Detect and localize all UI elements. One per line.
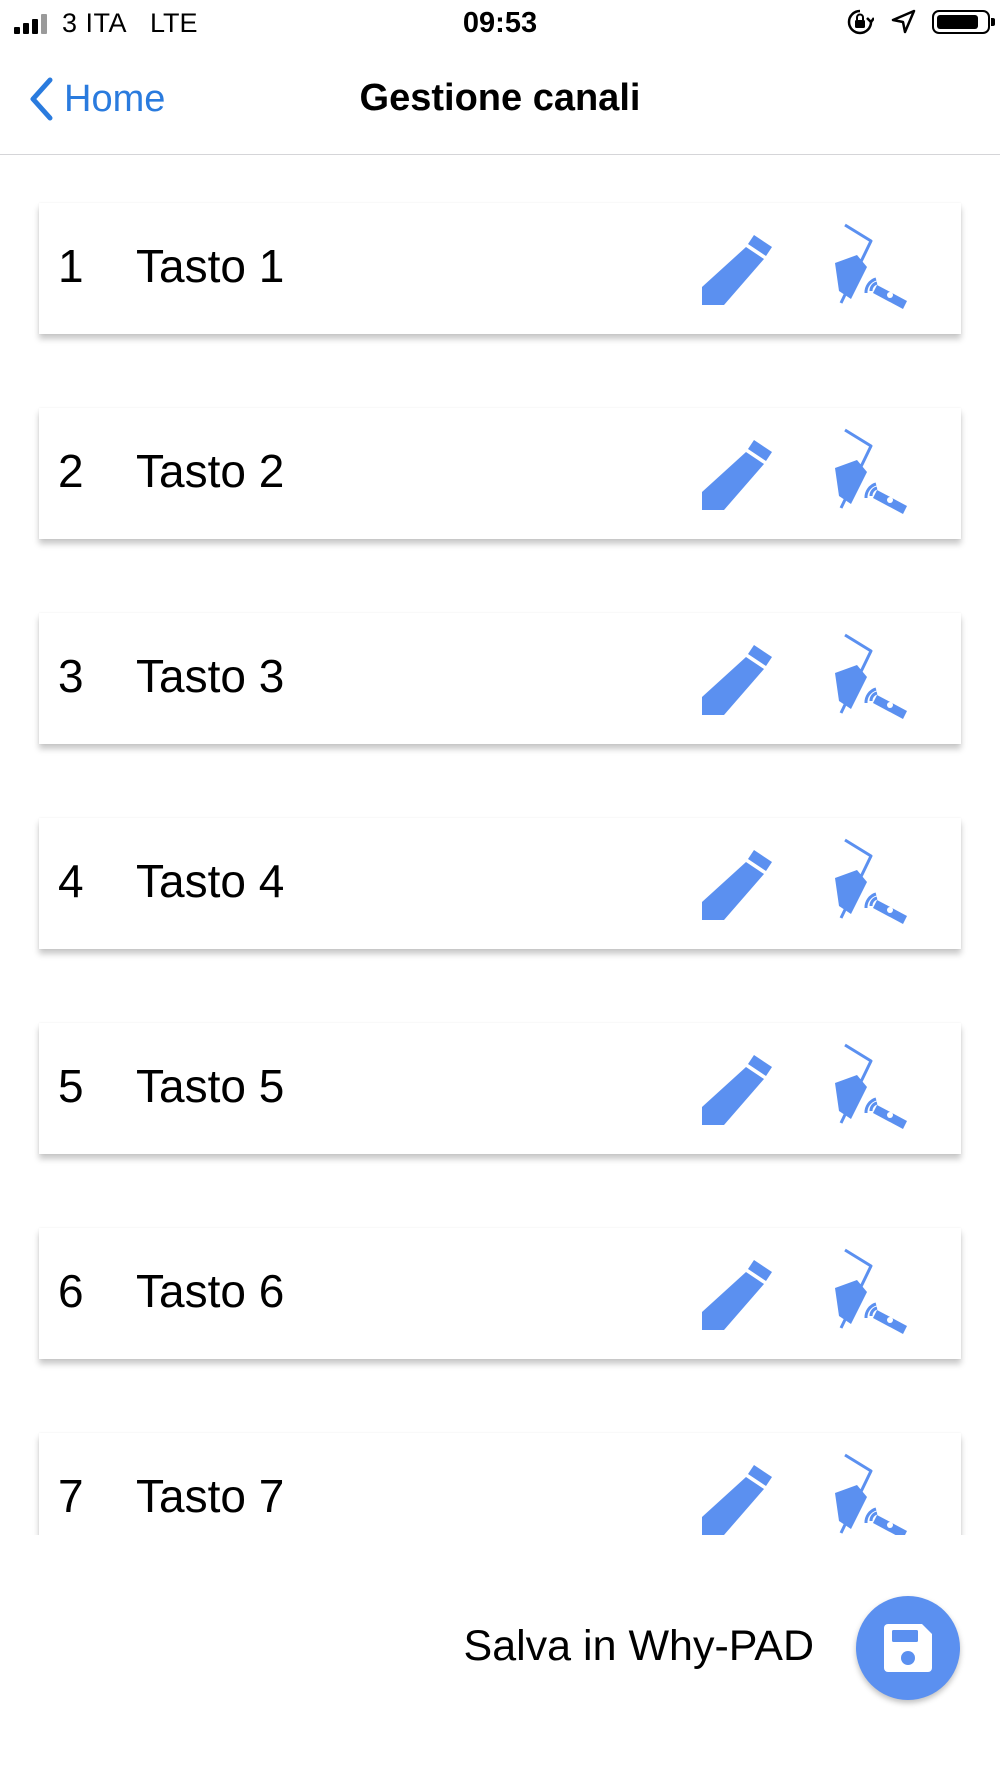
channel-label: Tasto 3	[136, 650, 285, 702]
channel-label: Tasto 7	[136, 1470, 285, 1522]
rotation-lock-icon	[847, 9, 874, 35]
pencil-icon[interactable]	[700, 844, 780, 924]
pencil-icon[interactable]	[700, 1254, 780, 1334]
pencil-icon[interactable]	[700, 1049, 780, 1129]
channel-number: 2	[58, 445, 84, 497]
status-icons	[846, 8, 995, 36]
channel-row[interactable]: 2 Tasto 2	[39, 408, 961, 539]
channel-row[interactable]: 3 Tasto 3	[39, 613, 961, 744]
channel-list[interactable]: 1 Tasto 1 2 Tasto 2 3 Tasto 3 4 Tasto 4 …	[0, 155, 1000, 1535]
remote-learn-icon[interactable]	[833, 1248, 913, 1334]
remote-learn-icon[interactable]	[833, 1043, 913, 1129]
channel-label: Tasto 2	[136, 445, 285, 497]
pencil-icon[interactable]	[700, 434, 780, 514]
location-arrow-icon	[891, 9, 916, 34]
channel-row[interactable]: 1 Tasto 1	[39, 203, 961, 334]
channel-label: Tasto 6	[136, 1265, 285, 1317]
page-title: Gestione canali	[359, 77, 641, 119]
channel-number: 5	[58, 1060, 84, 1112]
save-button[interactable]	[856, 1596, 960, 1700]
channel-number: 7	[58, 1470, 84, 1522]
pencil-icon[interactable]	[700, 229, 780, 309]
channel-label: Tasto 4	[136, 855, 285, 907]
channel-number: 1	[58, 240, 84, 292]
channel-label: Tasto 5	[136, 1060, 285, 1112]
save-label: Salva in Why-PAD	[463, 1622, 814, 1670]
channel-label: Tasto 1	[136, 240, 285, 292]
pencil-icon[interactable]	[700, 639, 780, 719]
channel-row[interactable]: 5 Tasto 5	[39, 1023, 961, 1154]
channel-row[interactable]: 4 Tasto 4	[39, 818, 961, 949]
pencil-icon[interactable]	[700, 1459, 780, 1535]
remote-learn-icon[interactable]	[833, 633, 913, 719]
channel-number: 3	[58, 650, 84, 702]
channel-number: 6	[58, 1265, 84, 1317]
remote-learn-icon[interactable]	[833, 1453, 913, 1535]
channel-row[interactable]: 6 Tasto 6	[39, 1228, 961, 1359]
remote-learn-icon[interactable]	[833, 223, 913, 309]
channel-row[interactable]: 7 Tasto 7	[39, 1433, 961, 1535]
remote-learn-icon[interactable]	[833, 838, 913, 924]
navigation-bar: Home Gestione canali	[0, 52, 1000, 155]
status-bar: 3 ITA LTE 09:53	[0, 0, 1000, 52]
channel-number: 4	[58, 855, 84, 907]
battery-icon	[932, 10, 995, 34]
floppy-disk-icon	[884, 1624, 932, 1672]
remote-learn-icon[interactable]	[833, 428, 913, 514]
